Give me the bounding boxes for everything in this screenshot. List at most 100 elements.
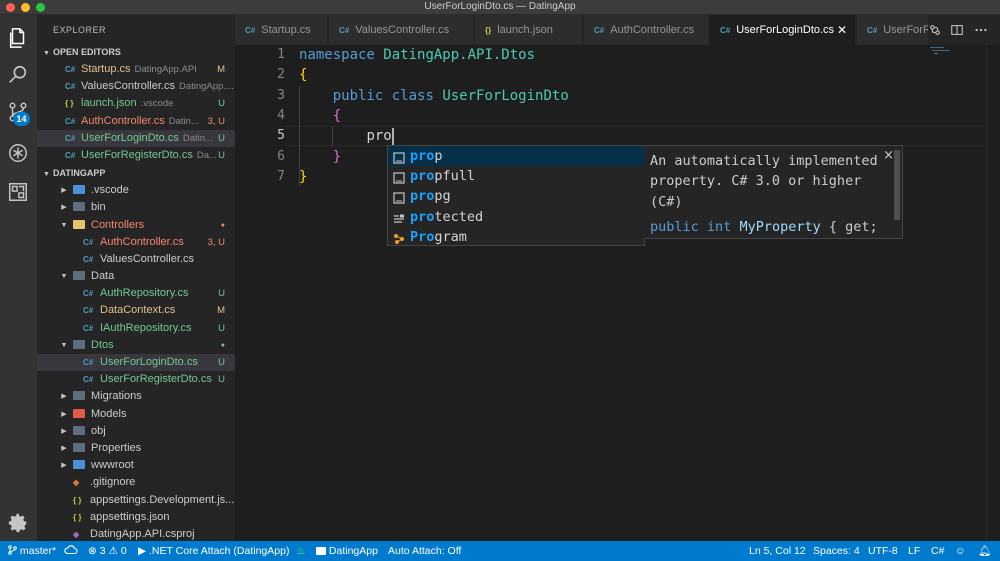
extensions-icon[interactable] <box>7 181 29 203</box>
cursor-position[interactable]: Ln 5, Col 12 <box>749 541 806 561</box>
csharp-icon: C# <box>720 26 731 35</box>
language-mode[interactable]: C# <box>931 541 944 561</box>
chevron-right-icon: ▶ <box>61 427 67 435</box>
suggestion-item[interactable]: prop <box>388 146 644 167</box>
open-editor-item[interactable]: { } launch.json .vscode U <box>37 95 235 112</box>
editor-vertical-scrollbar[interactable] <box>986 45 1000 541</box>
tab-valuescontroller-cs[interactable]: C# ValuesController.cs <box>329 15 474 45</box>
folder-icon <box>73 423 85 440</box>
tree-item-label: UserForRegisterDto.cs <box>100 373 212 386</box>
chevron-down-icon: ▼ <box>60 221 68 229</box>
feedback-smiley-icon[interactable]: ☺ <box>955 541 966 561</box>
open-editor-item[interactable]: C# UserForLoginDto.cs Datin... U <box>37 129 235 147</box>
auto-attach-status[interactable]: Auto Attach: Off <box>388 541 461 561</box>
branch-status[interactable]: master* <box>8 541 56 561</box>
open-editor-filename: UserForRegisterDto.cs <box>81 148 193 161</box>
tree-file[interactable]: C# UserForLoginDto.cs U <box>37 354 235 372</box>
git-status-badge: U <box>218 98 225 110</box>
suggestion-item[interactable]: propfull <box>388 166 644 186</box>
git-status-badge: M <box>217 64 225 75</box>
eol-status[interactable]: LF <box>908 541 920 561</box>
tree-file[interactable]: C# AuthController.cs 3, U <box>37 234 235 251</box>
notifications-bell-icon[interactable]: 🔔︎ <box>978 541 991 561</box>
tab-startup-cs[interactable]: C# Startup.cs <box>235 15 328 45</box>
folder-status[interactable]: DatingApp <box>316 541 378 561</box>
tab-authcontroller-cs[interactable]: C# AuthController.cs <box>584 15 709 45</box>
open-editor-item[interactable]: C# AuthController.cs Datin... 3, U <box>37 113 235 130</box>
tree-item-label: ValuesController.cs <box>100 252 194 265</box>
tree-file[interactable]: { } appsettings.Development.js... <box>37 492 235 509</box>
flame-icon[interactable]: ♨ <box>296 541 305 561</box>
suggestion-rest: tected <box>434 208 484 225</box>
tree-folder[interactable]: ▶ wwwroot <box>37 457 235 474</box>
warning-count: 0 <box>120 545 127 557</box>
indentation-status[interactable]: Spaces: 4 <box>813 541 860 561</box>
open-editor-filename: UserForLoginDto.cs <box>81 131 179 144</box>
settings-gear-icon[interactable] <box>7 512 29 534</box>
search-icon[interactable] <box>7 64 29 86</box>
tab-label: UserForLoginDto.cs <box>736 24 835 36</box>
tab-userforr[interactable]: C# UserForR <box>857 15 932 45</box>
code-editor[interactable]: 1 2 3 4 5 6 7 namespace DatingApp.API.Dtos { p… <box>235 45 1000 541</box>
split-editor-icon[interactable] <box>950 23 964 37</box>
csharp-icon: C# <box>65 150 76 160</box>
tree-file[interactable]: ◈ DatingApp.API.csproj <box>37 526 235 541</box>
tree-folder[interactable]: ▶ Migrations <box>37 388 235 405</box>
tree-file[interactable]: C# ValuesController.cs <box>37 251 235 268</box>
suggestion-rest: pfull <box>434 168 476 185</box>
suggestion-item[interactable]: protected <box>388 207 644 227</box>
encoding-status[interactable]: UTF-8 <box>868 541 898 561</box>
tree-folder[interactable]: ▶ obj <box>37 423 235 440</box>
open-editors-header[interactable]: ▼ OPEN EDITORS <box>37 43 235 61</box>
status-bar: master* ⊗ 3 ⚠ 0 ▶ .NET Core Attach (Dati… <box>0 541 1000 561</box>
tree-folder[interactable]: ▶ Properties <box>37 440 235 457</box>
close-icon[interactable]: × <box>883 148 894 163</box>
suggestion-match: pro <box>410 208 435 225</box>
tree-folder[interactable]: ▼ Controllers ● <box>37 217 235 234</box>
tab-userforlogindto-cs[interactable]: C# UserForLoginDto.cs ✕ <box>710 15 856 45</box>
folder-icon <box>73 199 85 216</box>
tab-label: launch.json <box>497 24 553 36</box>
window-title: UserForLoginDto.cs — DatingApp <box>424 1 576 12</box>
problems-status[interactable]: ⊗ 3 ⚠ 0 <box>88 541 127 561</box>
code-line-3: public class UserForLoginDto <box>299 86 569 106</box>
tree-folder[interactable]: ▼ Dtos ● <box>37 337 235 354</box>
snippet-icon <box>393 170 405 184</box>
suggest-details-scrollbar[interactable] <box>894 150 900 220</box>
more-actions-icon[interactable] <box>974 23 988 37</box>
open-editor-item[interactable]: C# Startup.cs DatingApp.API M <box>37 61 235 78</box>
tree-folder[interactable]: ▶ bin <box>37 199 235 216</box>
suggest-widget: prop propfull propg protected Program <box>387 145 645 246</box>
class-icon <box>393 231 405 244</box>
debug-icon[interactable] <box>7 142 29 164</box>
tree-file[interactable]: { } appsettings.json <box>37 509 235 526</box>
suggestion-match: Pro <box>410 228 435 245</box>
open-editor-name: AuthController.cs Datin... <box>81 113 199 130</box>
explorer-files-icon[interactable] <box>7 27 29 49</box>
close-icon[interactable]: ✕ <box>837 15 847 45</box>
tree-file[interactable]: C# AuthRepository.cs U <box>37 285 235 302</box>
git-status-badge: U <box>218 288 225 300</box>
open-changes-icon[interactable] <box>928 23 942 37</box>
tree-folder[interactable]: ▶ Models <box>37 406 235 423</box>
close-brace: } <box>332 148 342 165</box>
tree-file[interactable]: C# UserForRegisterDto.cs U <box>37 371 235 388</box>
tree-item-label: appsettings.Development.js... <box>90 493 235 506</box>
debug-launch-status[interactable]: ▶ .NET Core Attach (DatingApp) <box>138 541 289 561</box>
datingapp-header[interactable]: ▼ DATINGAPP <box>37 164 235 182</box>
open-editor-filename: AuthController.cs <box>81 114 165 127</box>
open-editor-item[interactable]: C# ValuesController.cs DatingApp.... <box>37 78 235 95</box>
suggestion-item[interactable]: Program <box>388 227 644 247</box>
minimap[interactable] <box>930 45 960 75</box>
tree-file[interactable]: C# IAuthRepository.cs U <box>37 320 235 337</box>
tab-label: ValuesController.cs <box>355 24 450 36</box>
tab-launch-json[interactable]: {} launch.json <box>475 15 583 45</box>
tree-folder[interactable]: ▶ .vscode <box>37 182 235 199</box>
sync-icon[interactable] <box>64 541 78 561</box>
open-editor-item[interactable]: C# UserForRegisterDto.cs Da... U <box>37 147 235 164</box>
tree-file[interactable]: ◆ .gitignore <box>37 474 235 491</box>
tree-file[interactable]: C# DataContext.cs M <box>37 302 235 319</box>
tree-folder[interactable]: ▼ Data <box>37 268 235 285</box>
chevron-down-icon: ▼ <box>60 341 68 349</box>
suggestion-item[interactable]: propg <box>388 186 644 206</box>
